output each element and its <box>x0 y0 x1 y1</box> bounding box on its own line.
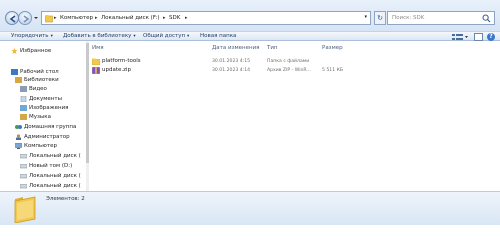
file-list: Имя Дата изменения Тип Размер platform-t… <box>89 41 500 191</box>
organize-button[interactable]: Упорядочить ▾ <box>11 32 53 41</box>
search-icon[interactable] <box>482 14 491 23</box>
chevron-down-icon: ▾ <box>133 34 136 39</box>
file-row-update-zip[interactable]: update.zip 30.01.2023 4:14 Архив ZIP - W… <box>89 66 500 75</box>
nav-label: Компьютер <box>24 143 57 149</box>
address-bar[interactable]: ▸ Компьютер ▸ Локальный диск (F:) ▸ SDK … <box>41 11 371 25</box>
command-bar: Упорядочить ▾ Добавить в библиотеку ▾ Общи… <box>0 31 500 41</box>
add-to-library-label: Добавить в библиотеку <box>63 33 132 39</box>
nav-label: Локальный диск ( <box>29 173 81 179</box>
item-count: Элементов: 2 <box>46 196 85 202</box>
search-box[interactable]: Поиск: SDK <box>387 11 495 25</box>
breadcrumb-separator-icon[interactable]: ▸ <box>95 15 98 21</box>
recent-pages-dropdown-icon[interactable] <box>33 13 39 23</box>
column-header-size[interactable]: Размер <box>322 44 343 52</box>
nav-label: Домашняя группа <box>24 124 77 130</box>
file-date: 30.01.2023 4:14 <box>212 68 251 73</box>
file-name: platform-tools <box>102 58 141 64</box>
breadcrumb-drive-f[interactable]: Локальный диск (F:) <box>101 14 160 23</box>
file-row-platform-tools[interactable]: platform-tools 30.01.2023 4:15 Папка с ф… <box>89 57 500 66</box>
help-icon: ? <box>489 33 493 40</box>
share-label: Общий доступ <box>143 33 186 39</box>
breadcrumb-separator-icon[interactable]: ▸ <box>163 15 166 21</box>
drive-icon <box>20 174 27 179</box>
nav-label: Избранное <box>20 48 52 54</box>
nav-label: Рабочий стол <box>20 69 59 75</box>
file-type: Папка с файлами <box>267 59 310 64</box>
nav-label: Музыка <box>29 114 51 120</box>
forward-button[interactable] <box>18 11 32 25</box>
preview-pane-button[interactable] <box>474 33 483 41</box>
images-icon <box>20 105 27 111</box>
computer-icon <box>15 143 22 149</box>
address-row: ▸ Компьютер ▸ Локальный диск (F:) ▸ SDK … <box>0 0 500 31</box>
music-icon <box>20 114 27 120</box>
homegroup-icon <box>15 125 22 129</box>
help-button[interactable]: ? <box>487 33 495 41</box>
nav-label: Изображения <box>29 105 69 111</box>
breadcrumb-separator-icon[interactable]: ▸ <box>54 15 57 21</box>
nav-label: Документы <box>29 96 62 102</box>
video-icon <box>20 86 27 92</box>
folder-icon <box>45 15 53 23</box>
address-dropdown-icon[interactable]: ▾ <box>364 14 367 20</box>
details-pane: Элементов: 2 <box>0 191 500 225</box>
drive-icon <box>20 164 27 169</box>
nav-label: Локальный диск ( <box>29 153 81 159</box>
nav-label: Администратор <box>24 134 70 140</box>
share-button[interactable]: Общий доступ ▾ <box>143 32 189 41</box>
nav-label: Локальный диск ( <box>29 183 81 189</box>
nav-label: Видео <box>29 86 47 92</box>
organize-label: Упорядочить <box>11 33 49 39</box>
nav-label: Новый том (D:) <box>29 163 73 169</box>
column-header-name[interactable]: Имя <box>92 44 104 52</box>
file-name: update.zip <box>102 67 132 73</box>
breadcrumb-computer[interactable]: Компьютер <box>60 14 93 23</box>
file-size: 5 511 КБ <box>322 68 344 73</box>
search-input[interactable]: Поиск: SDK <box>392 14 424 23</box>
add-to-library-button[interactable]: Добавить в библиотеку ▾ <box>63 32 136 41</box>
column-header-type[interactable]: Тип <box>267 44 278 52</box>
desktop-icon <box>11 69 18 75</box>
star-icon <box>11 48 18 54</box>
refresh-icon: ↻ <box>377 14 383 22</box>
library-icon <box>15 77 22 83</box>
arrow-left-icon <box>9 15 16 23</box>
drive-icon <box>20 154 27 159</box>
breadcrumb-separator-icon[interactable]: ▸ <box>185 15 188 21</box>
refresh-button[interactable]: ↻ <box>374 11 386 25</box>
zip-archive-icon <box>92 67 100 74</box>
view-options-icon[interactable] <box>450 33 470 41</box>
new-folder-label: Новая папка <box>200 33 237 39</box>
file-type: Архив ZIP - WinR... <box>267 68 311 73</box>
drive-icon <box>20 184 27 189</box>
column-header-date[interactable]: Дата изменения <box>212 44 259 52</box>
folder-icon <box>14 196 36 223</box>
navigation-pane: Избранное Рабочий стол Библиотеки Видео … <box>0 41 86 191</box>
breadcrumb-sdk[interactable]: SDK <box>169 14 180 23</box>
new-folder-button[interactable]: Новая папка <box>200 32 236 41</box>
nav-label: Библиотеки <box>24 77 59 83</box>
back-button[interactable] <box>5 11 19 25</box>
chevron-down-icon: ▾ <box>50 34 53 39</box>
folder-icon <box>92 58 100 65</box>
chevron-down-icon: ▾ <box>187 34 190 39</box>
documents-icon <box>20 96 27 102</box>
file-date: 30.01.2023 4:15 <box>212 59 251 64</box>
arrow-right-icon <box>23 15 30 23</box>
user-icon <box>16 134 21 140</box>
